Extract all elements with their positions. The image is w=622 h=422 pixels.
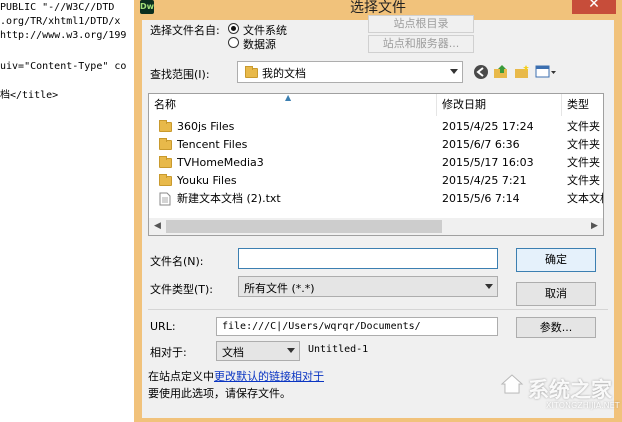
file-type: 文件夹 [567,120,600,133]
divider [148,309,608,310]
column-header-modified[interactable]: 修改日期 [437,94,562,116]
folder-icon [159,156,172,168]
horizontal-scrollbar[interactable]: ◀ ▶ [149,218,603,235]
select-file-dialog: Dw 选择文件 ✕ 选择文件名自: 文件系统 数据源 站点根目录 站点和服务器.… [134,0,622,422]
filename-input[interactable] [238,248,498,269]
file-name: TVHomeMedia3 [177,156,264,169]
datasource-radio-label[interactable]: 数据源 [243,36,276,52]
column-header-type[interactable]: 类型 [562,94,603,116]
url-label: URL: [150,320,176,333]
file-name: 新建文本文档 (2).txt [177,192,281,205]
file-type: 文件夹 [567,156,600,169]
file-row[interactable]: Tencent Files 2015/6/7 6:36 文件夹 [149,136,603,154]
watermark-text: 系统之家 [528,378,612,402]
file-name: Youku Files [177,174,237,187]
scrollbar-thumb[interactable] [166,220,442,233]
column-name-label: 名称 [154,98,176,111]
filetype-value: 所有文件 (*.*) [244,282,315,295]
filesystem-radio[interactable] [228,23,239,34]
file-row[interactable]: 新建文本文档 (2).txt 2015/5/6 7:14 文本文档 [149,190,603,208]
chevron-down-icon [450,69,458,74]
file-type: 文本文档 [567,192,603,205]
site-and-servers-button[interactable]: 站点和服务器... [368,35,474,53]
file-modified: 2015/5/17 16:03 [442,156,534,169]
folder-icon [159,120,172,132]
look-in-value: 我的文档 [262,67,306,80]
chevron-down-icon [485,283,493,289]
column-header-name[interactable]: 名称 ▲ [149,94,437,116]
code-line: uiv="Content-Type" co [0,61,127,72]
filetype-label: 文件类型(T): [150,283,214,296]
relative-to-dropdown[interactable]: 文档 [216,341,300,361]
folder-icon [245,66,258,78]
watermark-url: XITONGZHIJIA.NET [546,401,620,410]
code-line: PUBLIC "-//W3C//DTD [0,2,115,13]
file-list[interactable]: 名称 ▲ 修改日期 类型 360js Files 2015/4/25 17:24… [148,93,604,236]
watermark-logo: 系统之家 XITONGZHIJIA.NET [500,368,620,414]
file-modified: 2015/6/7 6:36 [442,138,520,151]
file-modified: 2015/5/6 7:14 [442,192,520,205]
parameters-button[interactable]: 参数... [516,317,596,338]
sort-arrow-icon: ▲ [285,93,292,102]
change-default-link[interactable]: 更改默认的链接相对于 [214,370,324,383]
folder-icon [159,138,172,150]
cancel-button[interactable]: 取消 [516,282,596,306]
file-modified: 2015/4/25 7:21 [442,174,527,187]
filetype-dropdown[interactable]: 所有文件 (*.*) [238,276,498,297]
folder-icon [159,174,172,186]
datasource-radio[interactable] [228,37,239,48]
house-logo-icon [500,374,524,394]
file-name: 360js Files [177,120,235,133]
relative-document-name: Untitled-1 [308,344,369,355]
text-file-icon [159,192,171,206]
chevron-down-icon [287,348,295,353]
code-line: 档</title> [0,90,59,101]
ok-button[interactable]: 确定 [516,248,596,272]
back-icon[interactable] [473,64,489,80]
look-in-dropdown[interactable]: 我的文档 [237,61,463,83]
new-folder-icon[interactable] [514,64,530,80]
relative-to-label: 相对于: [150,346,187,359]
site-root-button[interactable]: 站点根目录 [368,15,474,33]
look-in-label: 查找范围(I): [150,68,210,81]
file-type: 文件夹 [567,174,600,187]
file-type: 文件夹 [567,138,600,151]
view-menu-icon[interactable] [535,64,557,80]
file-name: Tencent Files [177,138,248,151]
file-row[interactable]: Youku Files 2015/4/25 7:21 文件夹 [149,172,603,190]
close-button[interactable]: ✕ [572,0,616,14]
save-notice: 要使用此选项，请保存文件。 [148,387,291,400]
file-row[interactable]: 360js Files 2015/4/25 17:24 文件夹 [149,118,603,136]
scroll-left-icon[interactable]: ◀ [149,220,166,233]
scroll-right-icon[interactable]: ▶ [586,220,603,233]
code-editor-background: PUBLIC "-//W3C//DTD .org/TR/xhtml1/DTD/x… [0,0,150,422]
dialog-body: 选择文件名自: 文件系统 数据源 站点根目录 站点和服务器... 查找范围(I)… [142,15,614,418]
up-folder-icon[interactable] [493,64,509,80]
file-row[interactable]: TVHomeMedia3 2015/5/17 16:03 文件夹 [149,154,603,172]
code-line: .org/TR/xhtml1/DTD/x [0,16,121,27]
code-line: http://www.w3.org/199 [0,30,127,41]
relative-to-value: 文档 [222,346,244,359]
file-modified: 2015/4/25 17:24 [442,120,534,133]
url-field[interactable]: file:///C|/Users/wqrqr/Documents/ [216,317,498,336]
site-definition-prefix: 在站点定义中 [148,370,214,383]
filename-label: 文件名(N): [150,255,204,268]
select-from-label: 选择文件名自: [150,24,220,37]
site-definition-text: 在站点定义中更改默认的链接相对于 [148,368,324,384]
